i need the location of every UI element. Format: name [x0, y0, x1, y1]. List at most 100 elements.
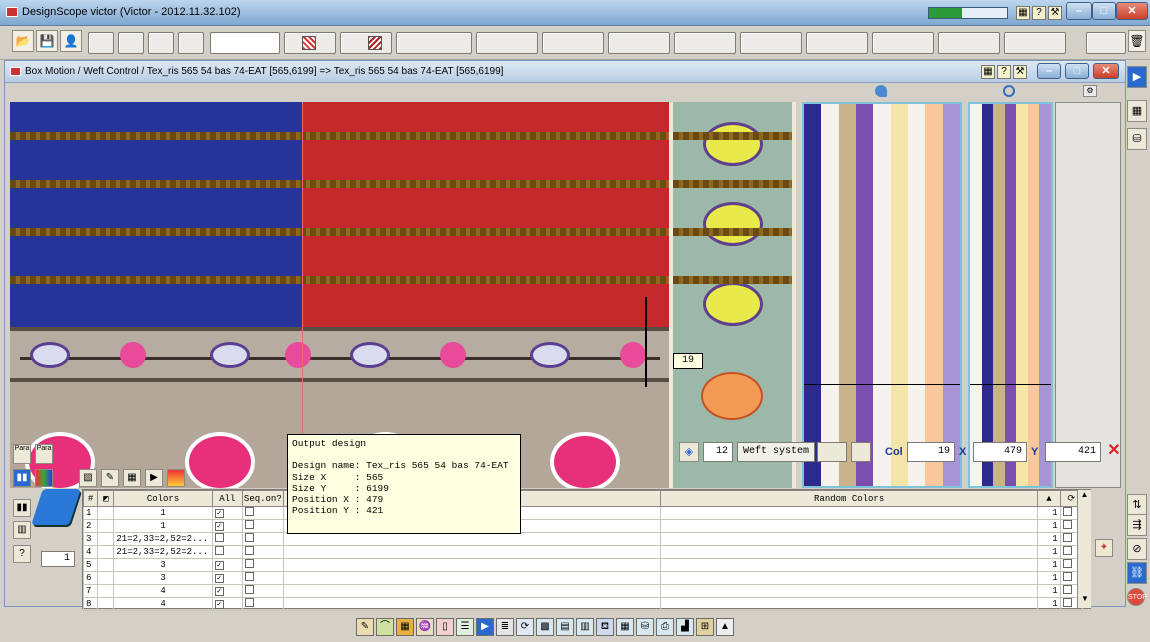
- row-seq[interactable]: [242, 506, 284, 520]
- layout-icon[interactable]: ▦: [981, 65, 995, 79]
- row-all[interactable]: ✓: [211, 584, 244, 598]
- clear-icon[interactable]: ✕: [1105, 443, 1123, 461]
- all-checkbox[interactable]: ✓: [214, 574, 224, 583]
- table-scrollbar[interactable]: ▲ ▼: [1077, 490, 1091, 608]
- para-button-1[interactable]: Para: [13, 444, 31, 464]
- weft-system-button[interactable]: Weft system: [737, 442, 815, 462]
- row-quantity[interactable]: 1: [1037, 571, 1061, 585]
- row-colors[interactable]: 1: [113, 506, 213, 520]
- tile-icon[interactable]: ▤: [556, 618, 574, 636]
- child-minimize-button[interactable]: –: [1037, 63, 1061, 79]
- book-icon[interactable]: ▯: [436, 618, 454, 636]
- tools-icon[interactable]: ⚒: [1048, 6, 1062, 20]
- toolbar-slot[interactable]: [608, 32, 670, 54]
- close-button[interactable]: ✕: [1116, 2, 1148, 20]
- printer-icon[interactable]: ⎙: [656, 618, 674, 636]
- weft-color-panel-2[interactable]: [968, 102, 1053, 488]
- remove-icon[interactable]: ⊘: [1127, 538, 1147, 560]
- row-random-colors[interactable]: [659, 519, 1039, 533]
- row-random-colors[interactable]: [659, 506, 1039, 520]
- side-border-preview[interactable]: [669, 102, 796, 488]
- seq-checkbox[interactable]: [245, 507, 255, 516]
- fabric-pattern-icon[interactable]: [302, 36, 316, 50]
- scroll-down-icon[interactable]: ▼: [1078, 594, 1092, 608]
- row-seq[interactable]: [242, 532, 284, 546]
- row-sequence[interactable]: [282, 545, 661, 559]
- row-all[interactable]: [211, 545, 244, 559]
- column-header-random[interactable]: Random Colors: [659, 490, 1039, 507]
- row-colors[interactable]: 3: [113, 558, 213, 572]
- toolbar-slot[interactable]: [88, 32, 114, 54]
- seq-checkbox[interactable]: [245, 559, 255, 568]
- y-position-field[interactable]: 421: [1045, 442, 1101, 462]
- row-quantity[interactable]: 1: [1037, 597, 1061, 611]
- para-button-2[interactable]: Para: [35, 444, 53, 464]
- row-seq[interactable]: [242, 571, 284, 585]
- toolbar-slot[interactable]: [396, 32, 472, 54]
- all-checkbox[interactable]: ✓: [214, 509, 224, 518]
- table-row[interactable]: 8 4 ✓ 1: [82, 597, 1084, 611]
- curve-icon[interactable]: ⌒: [376, 618, 394, 636]
- scroll-up-icon[interactable]: ▲: [1078, 490, 1091, 504]
- sort-icon[interactable]: ▲: [1037, 490, 1061, 507]
- pencil-icon[interactable]: ✎: [356, 618, 374, 636]
- pattern-icon[interactable]: ▧: [79, 469, 97, 487]
- link-icon[interactable]: ⛓: [1127, 562, 1147, 584]
- all-checkbox[interactable]: ✓: [214, 522, 224, 531]
- toolbar-slot[interactable]: [740, 32, 802, 54]
- row-sequence[interactable]: [282, 532, 661, 546]
- row-random-colors[interactable]: [659, 545, 1039, 559]
- cycle-checkbox[interactable]: [1062, 546, 1072, 555]
- table-row[interactable]: 6 3 ✓ 1: [82, 571, 1084, 585]
- all-checkbox[interactable]: ✓: [214, 600, 224, 609]
- row-colors[interactable]: 1: [113, 519, 213, 533]
- seq-checkbox[interactable]: [245, 598, 255, 607]
- table-row[interactable]: 1 1 ✓ 1: [82, 506, 1084, 520]
- toolbar-slot[interactable]: [340, 32, 392, 54]
- maximize-button[interactable]: □: [1092, 2, 1116, 20]
- table-row[interactable]: 2 1 ✓ 1: [82, 519, 1084, 533]
- row-all[interactable]: ✓: [211, 506, 244, 520]
- texture-icon[interactable]: ▦: [616, 618, 634, 636]
- all-checkbox[interactable]: ✓: [214, 587, 224, 596]
- row-seq[interactable]: [242, 558, 284, 572]
- row-seq[interactable]: [242, 584, 284, 598]
- color-list-icon[interactable]: ☰: [456, 618, 474, 636]
- toolbar-slot[interactable]: [1004, 32, 1066, 54]
- row-seq[interactable]: [242, 519, 284, 533]
- row-random-colors[interactable]: [659, 571, 1039, 585]
- seq-checkbox[interactable]: [245, 533, 255, 542]
- row-colors[interactable]: 4: [113, 597, 213, 611]
- row-quantity[interactable]: 1: [1037, 584, 1061, 598]
- cycle-checkbox[interactable]: [1062, 559, 1072, 568]
- seq-checkbox[interactable]: [245, 572, 255, 581]
- table-row[interactable]: 3 21=2,33=2,52=2... 1: [82, 532, 1084, 546]
- output-icon[interactable]: ▟: [676, 618, 694, 636]
- trash-icon[interactable]: 🗑: [1128, 30, 1146, 52]
- weft-icon[interactable]: ▶: [476, 618, 494, 636]
- column-header-num[interactable]: #: [82, 490, 99, 507]
- column-header-colors[interactable]: Colors: [113, 490, 213, 507]
- row-colors[interactable]: 3: [113, 571, 213, 585]
- grid-icon[interactable]: ▦: [123, 469, 141, 487]
- layers-icon[interactable]: ▥: [576, 618, 594, 636]
- row-sequence[interactable]: [282, 597, 661, 611]
- row-colors[interactable]: 21=2,33=2,52=2...: [113, 545, 213, 559]
- child-close-button[interactable]: ✕: [1093, 63, 1119, 79]
- minimize-button[interactable]: –: [1066, 2, 1092, 20]
- cycle-checkbox[interactable]: [1062, 598, 1072, 607]
- toolbar-field[interactable]: [210, 32, 280, 54]
- weft-view-icon[interactable]: ▮▮: [13, 469, 31, 487]
- row-quantity[interactable]: 1: [1037, 558, 1061, 572]
- save-icon[interactable]: 💾: [36, 30, 58, 52]
- cursor-icon[interactable]: ✦: [1095, 539, 1113, 557]
- row-quantity[interactable]: 1: [1037, 506, 1061, 520]
- settings-icon[interactable]: ⚙: [1083, 85, 1097, 97]
- color-drop-icon[interactable]: [875, 85, 887, 97]
- paint-icon[interactable]: ✎: [101, 469, 119, 487]
- toolbar-slot[interactable]: [674, 32, 736, 54]
- row-quantity[interactable]: 1: [1037, 532, 1061, 546]
- weft-mode-icon[interactable]: ▶: [1127, 66, 1147, 88]
- toolbar-slot[interactable]: [476, 32, 538, 54]
- user-icon[interactable]: 👤: [60, 30, 82, 52]
